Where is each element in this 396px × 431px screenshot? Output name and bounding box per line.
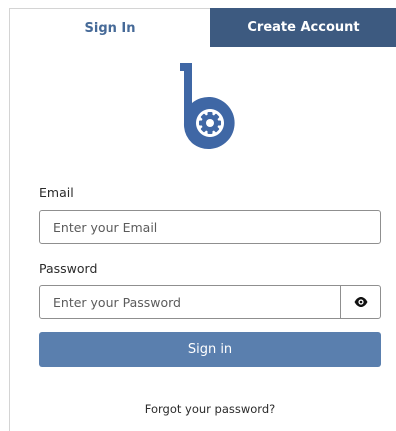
tab-sign-in[interactable]: Sign In xyxy=(10,8,210,47)
auth-panel: Sign In Create Account Email Password xyxy=(9,8,396,431)
b-gear-logo-icon xyxy=(180,63,235,149)
email-field[interactable] xyxy=(39,210,381,244)
tab-create-account[interactable]: Create Account xyxy=(210,8,396,47)
password-label: Password xyxy=(39,261,98,276)
tab-create-account-label: Create Account xyxy=(247,20,360,35)
sign-in-button[interactable]: Sign in xyxy=(39,332,381,367)
forgot-password-link[interactable]: Forgot your password? xyxy=(10,402,396,416)
auth-tabs: Sign In Create Account xyxy=(10,8,396,47)
show-password-button[interactable] xyxy=(340,285,381,319)
tab-sign-in-label: Sign In xyxy=(84,20,136,36)
email-label: Email xyxy=(39,185,74,200)
password-field[interactable] xyxy=(39,285,341,319)
eye-icon xyxy=(354,297,367,307)
